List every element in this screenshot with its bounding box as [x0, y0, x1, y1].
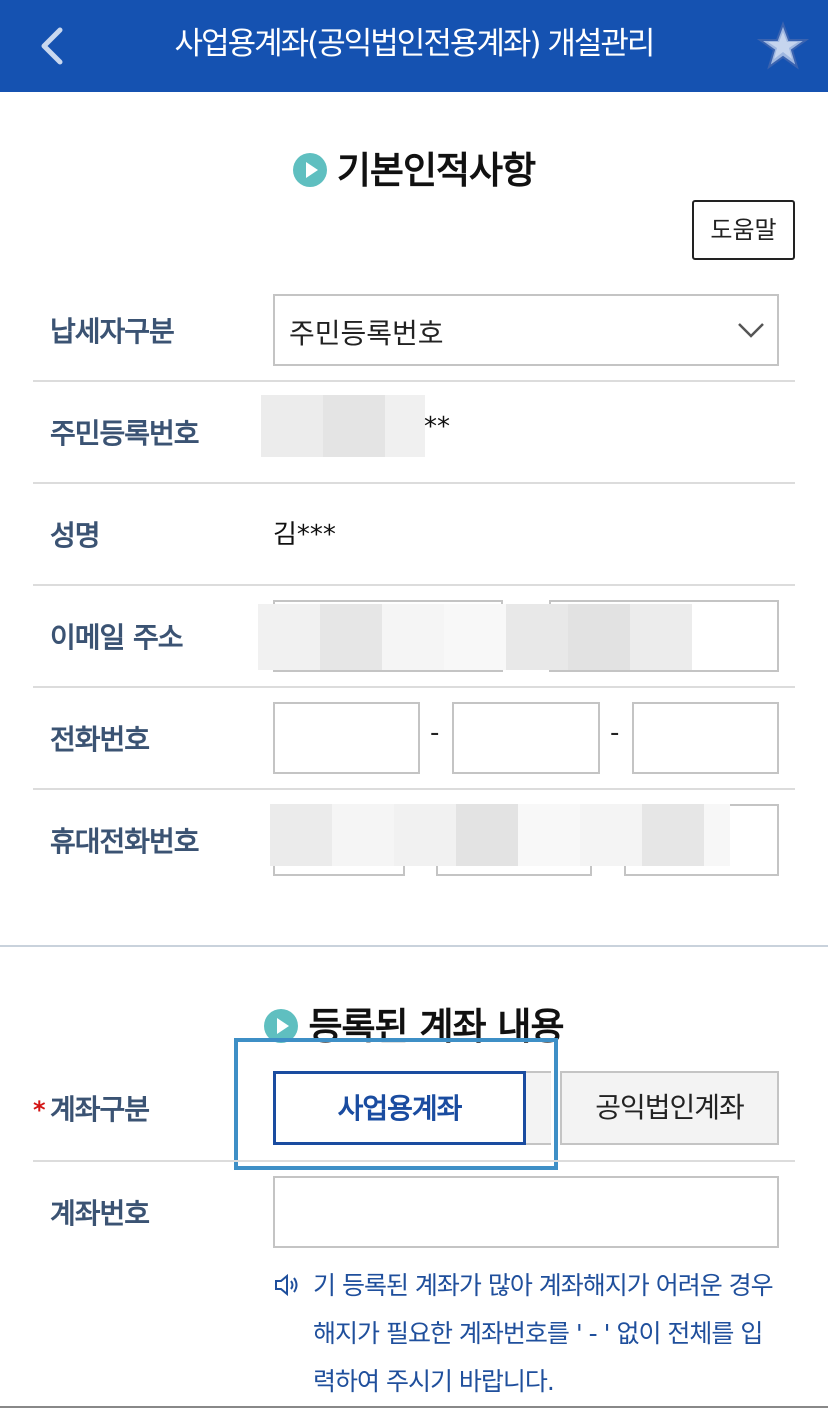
divider	[33, 584, 795, 586]
rrn-label: 주민등록번호	[50, 417, 200, 450]
bottom-divider	[0, 1406, 828, 1408]
section-title-basic-text: 기본인적사항	[336, 149, 536, 192]
phone-separator: -	[610, 718, 620, 748]
star-icon	[756, 21, 810, 70]
phone-middle-field[interactable]	[452, 702, 600, 774]
email-masked-value	[258, 604, 698, 670]
divider	[33, 482, 795, 484]
divider	[33, 788, 795, 790]
mobile-masked-value	[270, 804, 730, 866]
divider	[33, 686, 795, 688]
taxpayer-type-value: 주민등록번호	[289, 317, 444, 350]
play-circle-icon	[292, 152, 327, 187]
email-label: 이메일 주소	[50, 621, 184, 654]
back-button[interactable]	[30, 20, 74, 72]
name-value: 김***	[273, 520, 336, 550]
account-number-label: 계좌번호	[50, 1197, 150, 1230]
rrn-suffix: **	[424, 412, 450, 442]
app-header: 사업용계좌(공익법인전용계좌) 개설관리	[0, 0, 828, 92]
section-title-basic: 기본인적사항	[0, 140, 828, 194]
required-mark: *	[33, 1096, 46, 1124]
help-button[interactable]: 도움말	[692, 200, 795, 260]
phone-last-field[interactable]	[632, 702, 779, 774]
chevron-left-icon	[41, 27, 63, 65]
account-type-public-button[interactable]: 공익법인계좌	[560, 1071, 779, 1145]
name-label: 성명	[50, 519, 101, 552]
phone-label: 전화번호	[50, 723, 150, 756]
account-type-label: 계좌구분	[50, 1093, 150, 1126]
account-number-field[interactable]	[273, 1176, 779, 1248]
page-title: 사업용계좌(공익법인전용계좌) 개설관리	[174, 26, 656, 62]
account-notice-text: 기 등록된 계좌가 많아 계좌해지가 어려운 경우 해지가 필요한 계좌번호를 …	[313, 1271, 774, 1396]
divider	[33, 1160, 795, 1162]
taxpayer-type-select[interactable]: 주민등록번호	[273, 294, 779, 366]
taxpayer-type-label: 납세자구분	[50, 315, 175, 348]
phone-separator: -	[430, 718, 440, 748]
phone-area-field[interactable]	[273, 702, 420, 774]
rrn-masked-value	[261, 395, 425, 457]
section-divider	[0, 945, 828, 947]
favorite-button[interactable]	[756, 20, 810, 74]
mobile-label: 휴대전화번호	[50, 825, 200, 858]
focus-highlight	[234, 1038, 558, 1170]
speaker-icon	[275, 1273, 298, 1297]
divider	[33, 380, 795, 382]
chevron-down-icon	[738, 323, 764, 338]
